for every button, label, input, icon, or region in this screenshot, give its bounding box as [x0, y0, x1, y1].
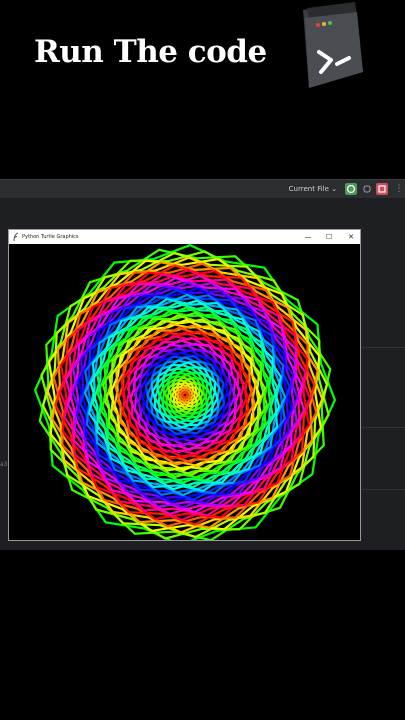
spiral-ring: [181, 391, 189, 399]
ide-divider: [362, 489, 405, 490]
run-icon[interactable]: [345, 183, 357, 195]
spiral-ring: [151, 361, 219, 429]
editor-gutter-text: a3: [0, 461, 8, 468]
ide-divider: [362, 427, 405, 428]
python-feather-icon: [13, 232, 19, 242]
terminal-app-icon: [303, 2, 363, 88]
run-configuration-select[interactable]: Current File ⌄: [289, 183, 337, 195]
headline: Run The code: [34, 34, 267, 70]
window-titlebar[interactable]: Python Turtle Graphics — ☐ ✕: [9, 230, 360, 245]
stop-icon[interactable]: [376, 183, 388, 195]
debug-icon[interactable]: [361, 183, 373, 195]
spiral-ring: [75, 285, 295, 505]
close-button[interactable]: ✕: [345, 231, 357, 243]
more-icon[interactable]: ⋮: [393, 183, 405, 195]
ide-divider: [362, 347, 405, 348]
ide-toolbar: Current File ⌄ ⋮: [0, 179, 405, 198]
spiral-ring: [144, 354, 226, 436]
minimize-button[interactable]: —: [302, 231, 314, 243]
maximize-button[interactable]: ☐: [323, 231, 335, 243]
ide-tabbar: [0, 197, 405, 228]
spiral-ring: [178, 388, 192, 402]
spiral-ring: [161, 371, 209, 419]
turtle-graphics-window[interactable]: Python Turtle Graphics — ☐ ✕: [8, 229, 361, 541]
spiral-ring: [133, 343, 237, 447]
window-title: Python Turtle Graphics: [22, 234, 79, 240]
spiral-ring: [100, 310, 270, 480]
spiral-ring: [132, 342, 238, 448]
spiral-drawing: [33, 244, 337, 540]
turtle-canvas: [9, 244, 360, 540]
